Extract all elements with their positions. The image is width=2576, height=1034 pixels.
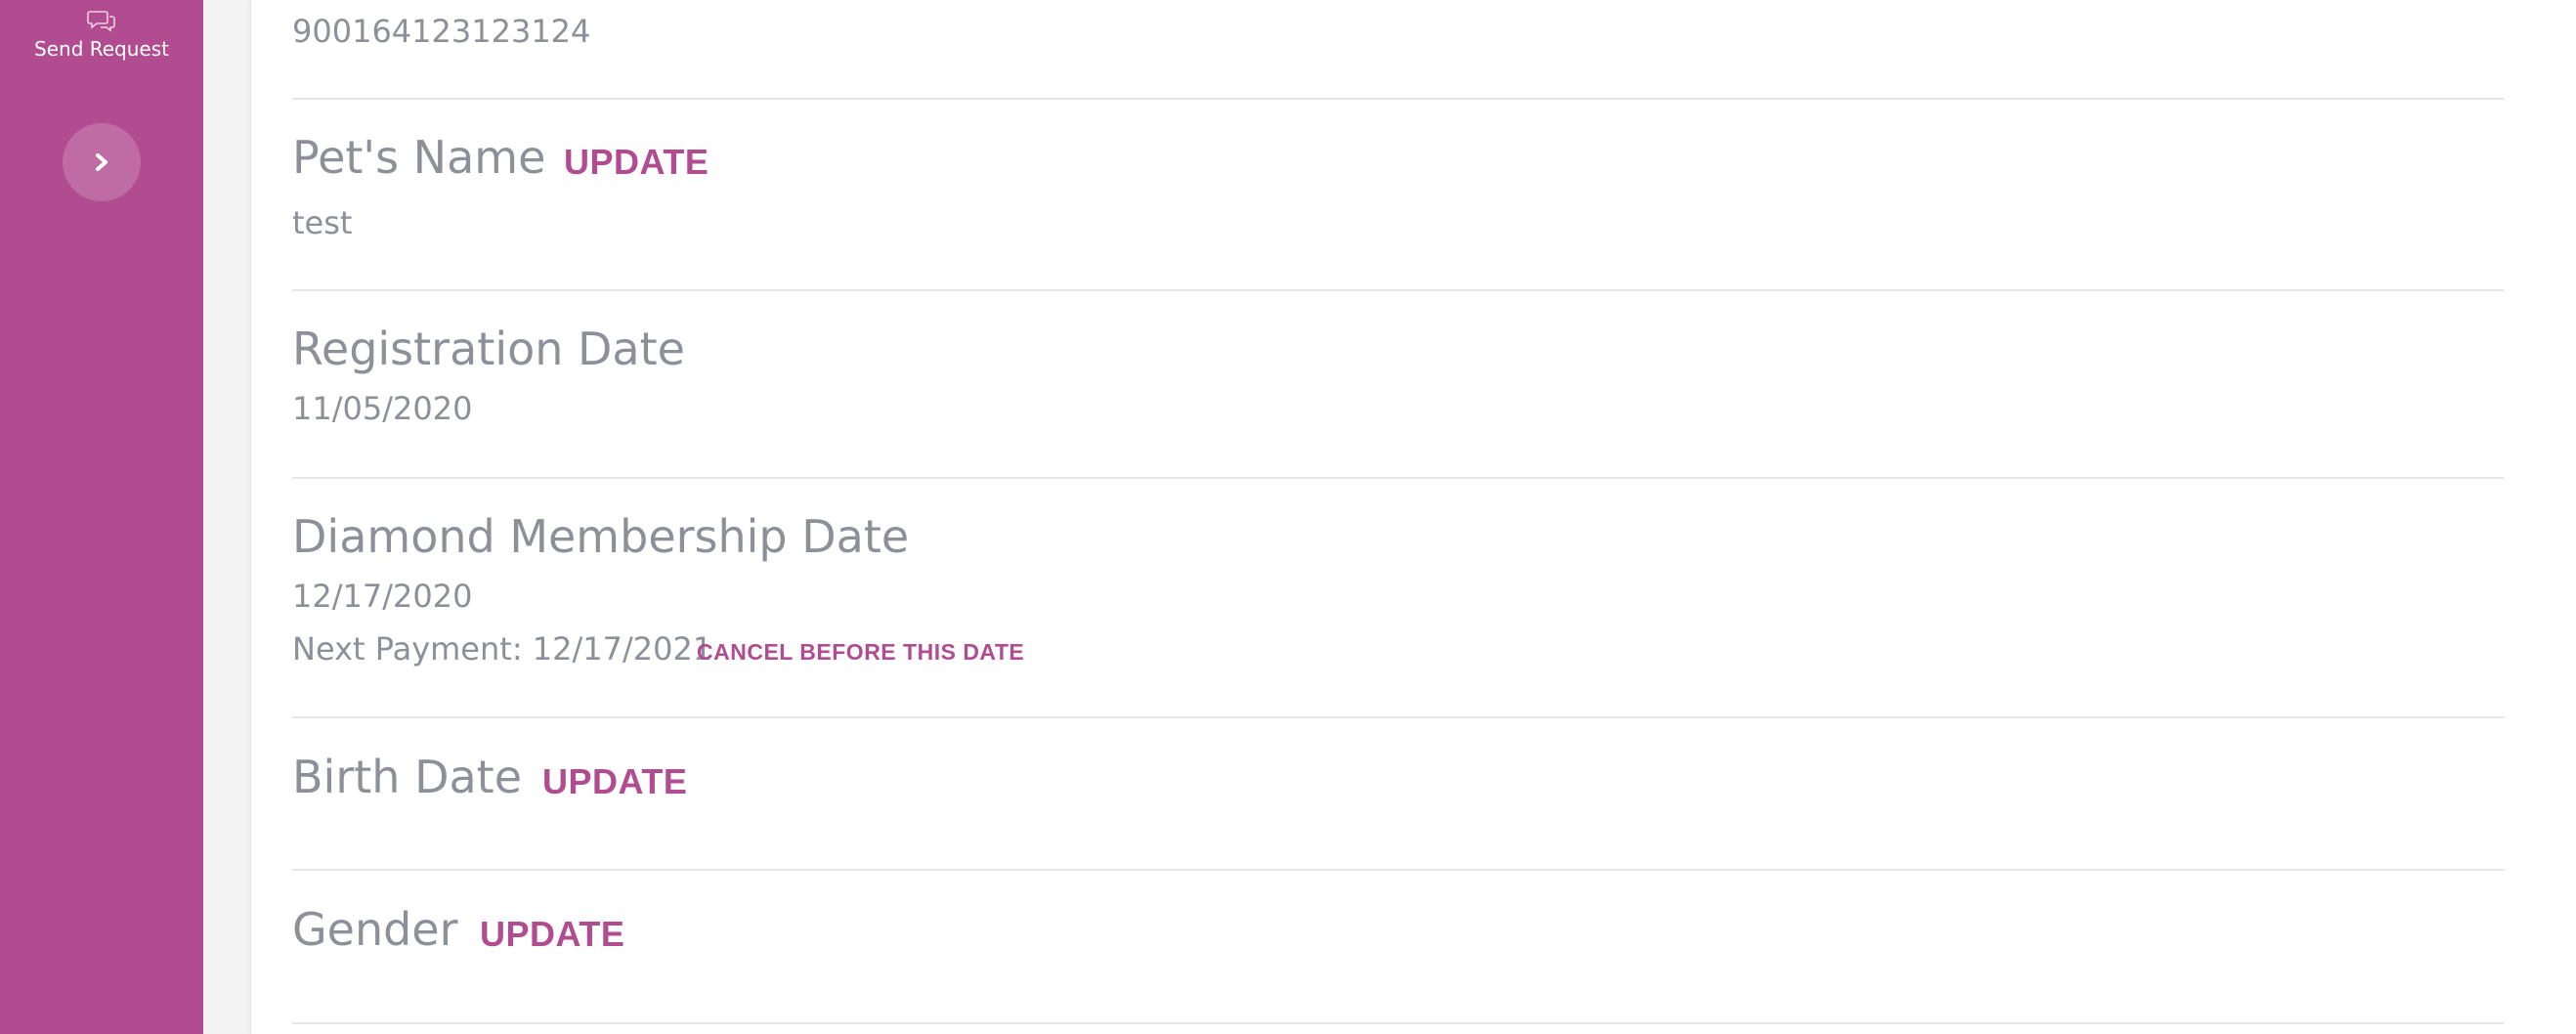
pet-name-update-button[interactable]: UPDATE: [564, 145, 708, 180]
diamond-membership-value: 12/17/2020: [292, 578, 473, 615]
divider: [292, 869, 2505, 871]
pet-name-label: Pet's Name: [292, 131, 546, 184]
divider: [292, 716, 2505, 718]
pet-name-value: test: [292, 204, 353, 241]
cancel-membership-link[interactable]: CANCEL BEFORE THIS DATE: [697, 641, 1024, 664]
divider: [292, 477, 2505, 479]
registration-date-label: Registration Date: [292, 323, 685, 375]
chevron-right-icon: [96, 153, 107, 171]
divider: [292, 98, 2505, 100]
diamond-membership-label: Diamond Membership Date: [292, 510, 910, 563]
chat-bubbles-icon: [87, 11, 115, 32]
gender-update-button[interactable]: UPDATE: [480, 917, 624, 952]
send-request-button[interactable]: Send Request: [0, 8, 203, 61]
expand-sidebar-button[interactable]: [63, 123, 141, 201]
registration-date-value: 11/05/2020: [292, 390, 473, 427]
sidebar: Send Request: [0, 0, 203, 1034]
send-request-label: Send Request: [34, 37, 169, 61]
divider: [292, 289, 2505, 291]
birth-date-label: Birth Date: [292, 751, 523, 803]
gender-label: Gender: [292, 903, 458, 956]
next-payment-text: Next Payment: 12/17/2021: [292, 630, 713, 668]
microchip-value: 900164123123124: [292, 13, 591, 50]
birth-date-update-button[interactable]: UPDATE: [542, 764, 687, 799]
pet-details-panel: 900164123123124 Pet's Name UPDATE test R…: [250, 0, 2576, 1034]
divider: [292, 1022, 2505, 1024]
